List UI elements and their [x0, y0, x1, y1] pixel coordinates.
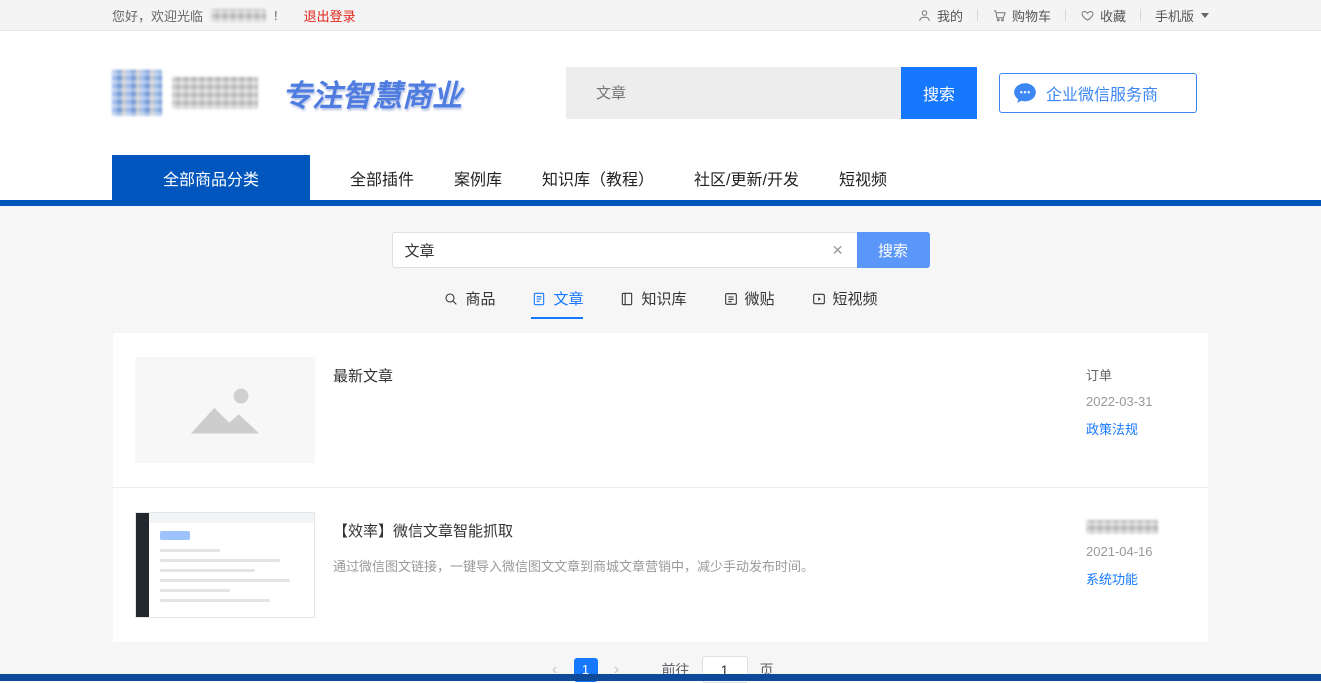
- tab-micro-posts[interactable]: 微贴: [723, 288, 775, 319]
- site-header: 专注智慧商业 搜索 企业微信服务商: [0, 31, 1321, 155]
- result-thumbnail-placeholder[interactable]: [135, 357, 315, 463]
- tab-knowledge-base-label: 知识库: [641, 288, 686, 309]
- result-thumbnail-screenshot[interactable]: [135, 512, 315, 618]
- username-redacted: [211, 9, 266, 22]
- cart-label: 购物车: [1012, 6, 1051, 25]
- tab-short-video-label: 短视频: [833, 288, 878, 309]
- wecom-badge-label: 企业微信服务商: [1046, 81, 1158, 105]
- result-type-tabs: 商品 文章 知识库 微贴 短视频: [0, 288, 1321, 319]
- greeting-text: 您好，欢迎光临: [112, 6, 203, 25]
- nav-item-short-video[interactable]: 短视频: [839, 155, 887, 200]
- image-placeholder-icon: [182, 378, 268, 442]
- result-category-link[interactable]: 政策法规: [1086, 419, 1186, 438]
- header-search: 搜索: [566, 67, 977, 119]
- result-description: 通过微信图文链接，一键导入微信图文文章到商城文章营销中，减少手动发布时间。: [333, 557, 1068, 577]
- tab-products[interactable]: 商品: [443, 288, 495, 319]
- divider: [1065, 9, 1066, 21]
- video-icon: [811, 291, 827, 307]
- chevron-down-icon: [1201, 13, 1209, 18]
- tab-knowledge-base[interactable]: 知识库: [619, 288, 686, 319]
- thumb-line: [160, 599, 270, 602]
- nav-item-all-categories[interactable]: 全部商品分类: [112, 155, 310, 200]
- mobile-version-dropdown[interactable]: 手机版: [1155, 6, 1209, 25]
- favorites-label: 收藏: [1100, 6, 1126, 25]
- logo-wordmark-redacted: [172, 77, 258, 109]
- tab-products-label: 商品: [465, 288, 495, 309]
- search-input[interactable]: [392, 232, 857, 268]
- result-item: 【效率】微信文章智能抓取 通过微信图文链接，一键导入微信图文文章到商城文章营销中…: [113, 488, 1208, 642]
- logo-mark-redacted: [112, 70, 162, 116]
- logout-link[interactable]: 退出登录: [304, 6, 356, 25]
- favorites-link[interactable]: 收藏: [1080, 6, 1126, 25]
- thumb-sidebar: [136, 513, 149, 617]
- topbar: 您好，欢迎光临 ! 退出登录 我的 购物车 收藏 手机版: [0, 0, 1321, 31]
- nav-item-community[interactable]: 社区/更新/开发: [694, 155, 799, 200]
- divider: [1140, 9, 1141, 21]
- thumb-line: [160, 559, 280, 562]
- thumb-line: [160, 569, 255, 572]
- mobile-version-label: 手机版: [1155, 6, 1194, 25]
- user-icon: [917, 8, 932, 23]
- search-icon: [443, 291, 459, 307]
- tab-articles[interactable]: 文章: [531, 288, 583, 319]
- nav-underline: [0, 200, 1321, 206]
- cart-link[interactable]: 购物车: [992, 6, 1051, 25]
- cart-icon: [992, 8, 1007, 23]
- main-nav: 全部商品分类 全部插件 案例库 知识库（教程） 社区/更新/开发 短视频: [0, 155, 1321, 206]
- nav-item-all-plugins[interactable]: 全部插件: [350, 155, 414, 200]
- my-account-link[interactable]: 我的: [917, 6, 963, 25]
- tab-short-video[interactable]: 短视频: [811, 288, 878, 319]
- header-search-button[interactable]: 搜索: [901, 67, 977, 119]
- greeting-suffix: !: [274, 8, 278, 23]
- search-button[interactable]: 搜索: [857, 232, 930, 268]
- result-item: 最新文章 订单 2022-03-31 政策法规: [113, 333, 1208, 488]
- main-content: ✕ 搜索 商品 文章 知识库 微贴 短视频: [0, 206, 1321, 674]
- search-panel: ✕ 搜索: [0, 232, 1321, 268]
- tab-micro-posts-label: 微贴: [745, 288, 775, 309]
- result-category-link[interactable]: 系统功能: [1086, 569, 1186, 588]
- thumb-line: [160, 579, 290, 582]
- nav-item-case-library[interactable]: 案例库: [454, 155, 502, 200]
- book-icon: [619, 291, 635, 307]
- clear-icon[interactable]: ✕: [832, 241, 844, 259]
- site-slogan: 专注智慧商业: [282, 71, 462, 115]
- wecom-service-badge[interactable]: 企业微信服务商: [999, 73, 1197, 113]
- site-logo[interactable]: [112, 70, 258, 116]
- document-icon: [531, 291, 547, 307]
- thumb-line: [160, 549, 220, 552]
- result-meta-label: 订单: [1086, 365, 1186, 384]
- result-title[interactable]: 【效率】微信文章智能抓取: [333, 520, 1068, 541]
- result-title[interactable]: 最新文章: [333, 365, 1068, 386]
- nav-item-knowledge-base[interactable]: 知识库（教程）: [542, 155, 654, 200]
- result-date: 2022-03-31: [1086, 394, 1186, 409]
- results-card: 最新文章 订单 2022-03-31 政策法规 【效率】微: [113, 333, 1208, 642]
- list-box-icon: [723, 291, 739, 307]
- thumb-topbar: [149, 513, 314, 523]
- header-search-input[interactable]: [566, 67, 901, 119]
- footer-bar: [0, 674, 1321, 681]
- result-author-redacted: [1086, 520, 1158, 534]
- my-account-label: 我的: [937, 6, 963, 25]
- result-date: 2021-04-16: [1086, 544, 1186, 559]
- wecom-chat-icon: [1012, 80, 1038, 106]
- divider: [977, 9, 978, 21]
- tab-articles-label: 文章: [553, 288, 583, 309]
- thumb-line: [160, 589, 230, 592]
- thumb-button: [160, 531, 190, 540]
- heart-icon: [1080, 8, 1095, 23]
